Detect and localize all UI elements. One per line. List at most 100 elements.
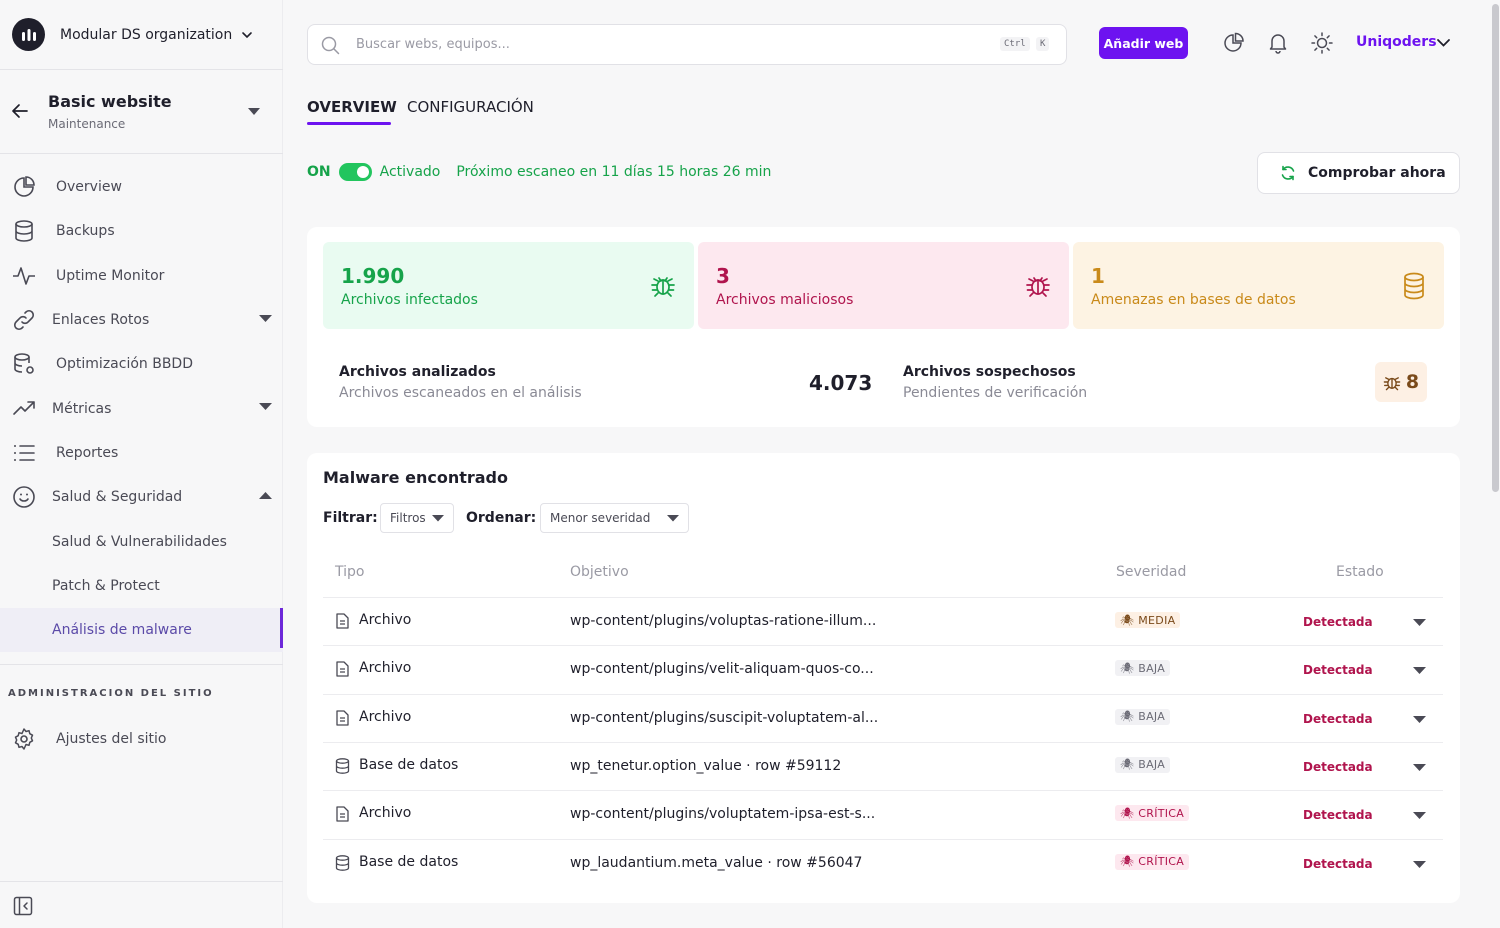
back-arrow-icon[interactable]: [10, 101, 30, 121]
row-target: wp_laudantium.meta_value · row #56047: [570, 854, 863, 871]
sidebar-item-label: Optimización BBDD: [56, 356, 193, 373]
page-scrollbar[interactable]: [1491, 0, 1500, 928]
status-on-label: ON: [307, 164, 331, 180]
severity-label: BAJA: [1138, 710, 1166, 724]
table-row[interactable]: Archivo wp-content/plugins/suscipit-volu…: [323, 693, 1443, 742]
table-row[interactable]: Base de datos wp_tenetur.option_value · …: [323, 741, 1443, 790]
user-menu[interactable]: Uniqoders: [1356, 34, 1437, 50]
site-subtitle: Maintenance: [48, 117, 126, 131]
pulse-icon: [13, 266, 35, 285]
summary-panel: 1.990 Archivos infectados 3 Archivos mal…: [307, 227, 1460, 427]
sidebar-item-label: Ajustes del sitio: [56, 731, 167, 747]
severity-badge: 🕷 MEDIA: [1115, 612, 1181, 628]
search-bar[interactable]: Buscar webs, equipos... Ctrl K: [307, 24, 1067, 65]
org-name: Modular DS organization: [60, 26, 233, 43]
sidebar-item-overview[interactable]: Overview: [0, 165, 283, 209]
severity-badge: 🕷 BAJA: [1115, 708, 1171, 725]
sidebar-item-reports[interactable]: Reportes: [0, 431, 283, 475]
search-icon: [321, 36, 340, 55]
sidebar-item-site-settings[interactable]: Ajustes del sitio: [0, 717, 283, 761]
severity-label: BAJA: [1138, 758, 1166, 772]
malware-panel: Malware encontrado Filtrar: Filtros Orde…: [307, 453, 1460, 903]
sidebar-item-patch-protect[interactable]: Patch & Protect: [0, 564, 283, 608]
row-target: wp-content/plugins/velit-aliquam-quos-co…: [570, 661, 874, 678]
sidebar-item-backups[interactable]: Backups: [0, 209, 283, 253]
scrollbar-thumb[interactable]: [1492, 4, 1499, 492]
caret-down-icon[interactable]: [247, 106, 261, 116]
tab-configuration[interactable]: CONFIGURACIÓN: [407, 98, 534, 116]
pie-chart-icon[interactable]: [1223, 32, 1245, 54]
sidebar-item-db-optimization[interactable]: Optimización BBDD: [0, 342, 283, 386]
severity-badge: 🕷 CRÍTICA: [1115, 853, 1190, 870]
gear-icon: [14, 728, 34, 750]
chevron-down-icon[interactable]: [1436, 37, 1451, 49]
check-now-button[interactable]: Comprobar ahora: [1257, 152, 1460, 194]
caret-up-icon[interactable]: [259, 491, 272, 500]
status-label: Detectada: [1303, 808, 1373, 823]
expand-caret-icon[interactable]: [1413, 763, 1426, 772]
analyzed-title: Archivos analizados: [339, 364, 496, 380]
file-icon: [336, 613, 349, 629]
severity-label: BAJA: [1138, 661, 1166, 675]
site-selector[interactable]: Basic website Maintenance: [0, 71, 283, 154]
sidebar-item-health-security[interactable]: Salud & Seguridad: [0, 475, 283, 519]
database-icon: [1404, 272, 1424, 300]
suspicious-count: 8: [1405, 371, 1420, 393]
infected-files-count: 1.990: [341, 264, 405, 288]
caret-down-icon[interactable]: [259, 314, 272, 323]
bug-icon: 🕷: [1120, 758, 1135, 772]
add-site-button[interactable]: Añadir web: [1099, 27, 1188, 59]
table-row[interactable]: Base de datos wp_laudantium.meta_value ·…: [323, 838, 1443, 887]
caret-down-icon: [667, 515, 679, 522]
filter-select-value: Filtros: [390, 511, 426, 525]
expand-caret-icon[interactable]: [1413, 860, 1426, 869]
divider: [0, 664, 283, 665]
caret-down-icon[interactable]: [259, 402, 272, 411]
check-now-label: Comprobar ahora: [1308, 165, 1446, 181]
sidebar-item-label: Backups: [56, 223, 115, 240]
suspicious-title: Archivos sospechosos: [903, 364, 1076, 380]
row-type: Archivo: [359, 660, 412, 677]
table-row[interactable]: Archivo wp-content/plugins/voluptas-rati…: [323, 597, 1443, 645]
expand-caret-icon[interactable]: [1413, 715, 1426, 724]
smile-icon: [13, 486, 35, 508]
org-switcher[interactable]: Modular DS organization: [0, 0, 283, 70]
sun-icon[interactable]: [1311, 32, 1333, 54]
bug-icon: 🕷: [1120, 613, 1135, 627]
bug-icon: [1026, 277, 1050, 297]
tab-overview[interactable]: OVERVIEW: [307, 98, 397, 116]
scan-toggle[interactable]: [338, 163, 372, 181]
expand-caret-icon[interactable]: [1413, 811, 1426, 820]
search-input[interactable]: Buscar webs, equipos...: [356, 37, 510, 52]
severity-label: MEDIA: [1138, 613, 1176, 627]
chevron-down-icon: [242, 31, 253, 38]
sidebar-item-broken-links[interactable]: Enlaces Rotos: [0, 298, 283, 342]
expand-caret-icon[interactable]: [1413, 618, 1426, 627]
section-title: ADMINISTRACION DEL SITIO: [8, 688, 214, 699]
file-icon: [336, 661, 349, 677]
sidebar-item-vulnerabilities[interactable]: Salud & Vulnerabilidades: [0, 519, 283, 563]
sidebar-item-label: Análisis de malware: [52, 622, 192, 639]
collapse-sidebar-icon[interactable]: [13, 896, 33, 916]
table-row[interactable]: Archivo wp-content/plugins/voluptatem-ip…: [323, 790, 1443, 838]
row-type: Archivo: [359, 612, 412, 628]
status-label: Detectada: [1303, 856, 1373, 871]
db-threats-label: Amenazas en bases de datos: [1091, 292, 1296, 308]
sidebar-item-uptime[interactable]: Uptime Monitor: [0, 254, 283, 298]
table-row[interactable]: Archivo wp-content/plugins/velit-aliquam…: [323, 645, 1443, 693]
order-select[interactable]: Menor severidad: [540, 503, 689, 533]
bug-icon: 🕷: [1120, 855, 1135, 868]
sidebar-item-malware-analysis[interactable]: Análisis de malware: [0, 607, 283, 653]
sidebar-item-label: Salud & Vulnerabilidades: [52, 533, 227, 550]
sidebar-item-metrics[interactable]: Métricas: [0, 386, 283, 430]
next-scan-text: Próximo escaneo en 11 días 15 horas 26 m…: [456, 164, 772, 180]
bell-icon[interactable]: [1267, 32, 1289, 54]
row-type: Archivo: [359, 708, 412, 725]
row-target: wp-content/plugins/voluptatem-ipsa-est-s…: [570, 806, 876, 823]
shortcut-key-k: K: [1036, 37, 1050, 51]
database-icon: [15, 220, 33, 243]
expand-caret-icon[interactable]: [1413, 666, 1426, 675]
scan-status: ON Activado Próximo escaneo en 11 días 1…: [307, 163, 771, 181]
bug-icon: [1383, 377, 1401, 391]
filter-select[interactable]: Filtros: [380, 503, 454, 533]
